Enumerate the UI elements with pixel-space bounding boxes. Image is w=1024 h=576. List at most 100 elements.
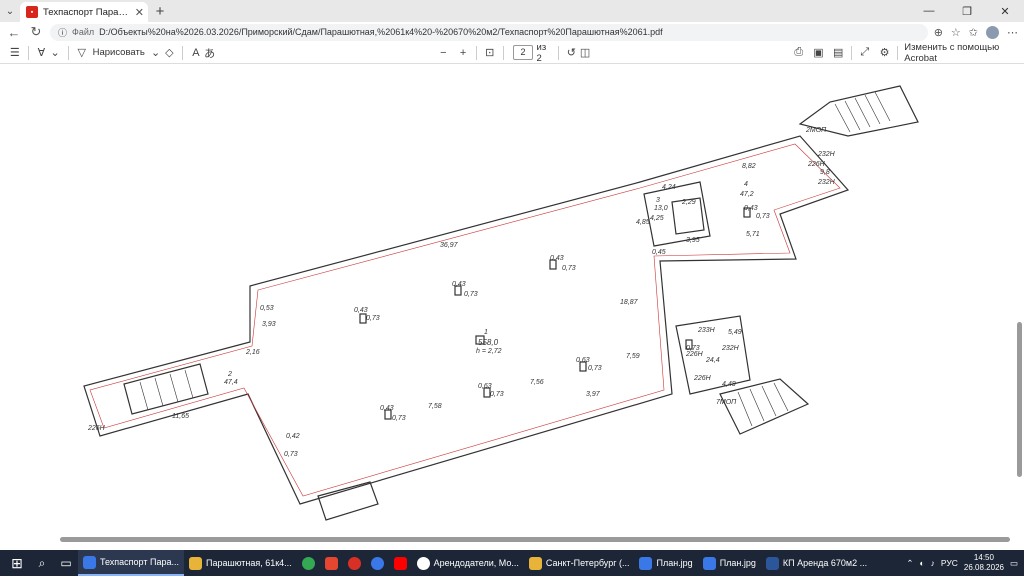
taskbar-item[interactable] bbox=[366, 550, 389, 576]
draw-button[interactable]: Нарисовать bbox=[93, 47, 145, 58]
restore-button[interactable]: ❐ bbox=[948, 0, 986, 22]
taskbar-item-label: Парашютная, 61к4... bbox=[205, 558, 292, 568]
translate-icon[interactable]: あ bbox=[203, 45, 217, 61]
contents-icon[interactable]: ☰ bbox=[8, 46, 22, 59]
taskbar-item[interactable]: КП Аренда 670м2 ... bbox=[761, 550, 872, 576]
page-number-input[interactable]: 2 bbox=[513, 45, 533, 60]
vertical-scrollbar[interactable] bbox=[1017, 322, 1022, 477]
chrome-icon bbox=[301, 556, 315, 570]
chevron-down-icon[interactable]: ⌄ bbox=[149, 46, 163, 59]
minimize-button[interactable]: — bbox=[910, 0, 948, 22]
bookmark-star-icon[interactable]: ☆ bbox=[951, 26, 961, 39]
horizontal-scrollbar[interactable] bbox=[60, 537, 1010, 542]
taskbar-item[interactable] bbox=[320, 550, 343, 576]
main-hall-outline bbox=[83, 135, 850, 505]
avatar[interactable] bbox=[986, 25, 999, 39]
new-tab-button[interactable]: + bbox=[148, 3, 172, 20]
pdf-page-view[interactable]: 2МОП 232Н 226Н 9,8 232Н 4,24 4 47,2 3 13… bbox=[0, 64, 1024, 544]
plan-label: 0,73 bbox=[686, 345, 700, 352]
clock[interactable]: 14:50 26.08.2026 bbox=[964, 553, 1004, 573]
url-text[interactable]: D:/Объекты%20на%2026.03.2026/Приморский/… bbox=[99, 27, 663, 37]
taskbar-item[interactable] bbox=[297, 550, 320, 576]
url-box[interactable]: ⓘ Файл D:/Объекты%20на%2026.03.2026/Прим… bbox=[50, 23, 928, 41]
url-scheme-label: Файл bbox=[72, 27, 95, 37]
plan-label: 3 bbox=[656, 197, 660, 204]
taskbar-item[interactable] bbox=[389, 550, 412, 576]
taskbar-item[interactable]: Санкт-Петербург (... bbox=[524, 550, 635, 576]
fullscreen-icon[interactable]: ⤢ bbox=[858, 46, 872, 59]
taskbar-item[interactable]: Техпаспорт Пара... bbox=[78, 550, 184, 576]
zoom-icon[interactable]: ⊕ bbox=[934, 26, 943, 39]
plan-label: 4,25 bbox=[650, 215, 664, 222]
eraser-icon[interactable]: ◇ bbox=[163, 46, 177, 59]
taskbar-item[interactable]: План.jpg bbox=[698, 550, 761, 576]
search-icon[interactable]: ⌕ bbox=[30, 556, 54, 571]
save-as-icon[interactable]: ▤ bbox=[831, 46, 845, 59]
plan-label: 232Н bbox=[817, 179, 836, 186]
divider bbox=[182, 45, 184, 60]
reload-button[interactable]: ↻ bbox=[28, 24, 44, 40]
close-window-button[interactable]: ✕ bbox=[986, 0, 1024, 22]
favorites-icon[interactable]: ✩ bbox=[969, 26, 978, 39]
plan-label: 0,63 bbox=[478, 383, 492, 390]
image-file-icon bbox=[639, 556, 653, 570]
divider bbox=[68, 45, 69, 60]
page-view-icon[interactable]: ◫ bbox=[578, 46, 592, 59]
taskbar-item[interactable] bbox=[343, 550, 366, 576]
divider bbox=[897, 45, 899, 60]
plan-label: 226Н bbox=[693, 375, 712, 382]
language-indicator[interactable]: РУС bbox=[941, 558, 958, 568]
windows-start-icon[interactable]: ⊞ bbox=[4, 555, 30, 572]
chevron-down-icon[interactable]: ⌄ bbox=[48, 46, 62, 59]
plan-label: 7МОП bbox=[716, 399, 737, 406]
taskbar: ⊞ ⌕ ▭ Техпаспорт Пара... Парашютная, 61к… bbox=[0, 550, 1024, 576]
notifications-icon[interactable]: ▭ bbox=[1010, 558, 1018, 569]
info-icon[interactable]: ⓘ bbox=[58, 26, 67, 39]
back-button[interactable]: ← bbox=[6, 25, 22, 40]
app-icon bbox=[324, 556, 338, 570]
taskbar-item-label: Арендодатели, Мо... bbox=[433, 558, 519, 568]
plan-label: 0,43 bbox=[354, 307, 368, 314]
close-tab-icon[interactable]: ✕ bbox=[135, 6, 144, 19]
taskbar-item-label: Техпаспорт Пара... bbox=[100, 557, 179, 567]
settings-gear-icon[interactable]: ⚙ bbox=[878, 46, 892, 59]
tab-active[interactable]: ▪ Техпаспорт Парашютная 61.pdf ✕ bbox=[20, 2, 148, 22]
taskbar-item[interactable]: План.jpg bbox=[634, 550, 697, 576]
plan-label: 47,4 bbox=[224, 379, 238, 386]
title-bar: ⌄ ▪ Техпаспорт Парашютная 61.pdf ✕ + — ❐… bbox=[0, 0, 1024, 22]
plan-label: 0,42 bbox=[286, 433, 300, 440]
plan-label: 36,97 bbox=[440, 242, 459, 249]
draw-icon[interactable]: ▽ bbox=[75, 46, 89, 59]
system-tray: ⌃ ◐ ♪ РУС 14:50 26.08.2026 ▭ bbox=[906, 553, 1024, 573]
highlight-icon[interactable]: ∀ bbox=[35, 46, 49, 59]
taskbar-item-label: План.jpg bbox=[656, 558, 693, 568]
menu-icon[interactable]: ⋯ bbox=[1007, 26, 1018, 39]
plan-label: 0,43 bbox=[744, 205, 758, 212]
divider bbox=[27, 45, 29, 60]
rotate-icon[interactable]: ↺ bbox=[564, 46, 578, 59]
small-room-3 bbox=[643, 181, 711, 247]
edit-acrobat-button[interactable]: Изменить с помощью Acrobat bbox=[904, 42, 1016, 64]
app-icon bbox=[528, 556, 542, 570]
network-icon[interactable]: ◐ bbox=[920, 558, 925, 568]
zoom-out-icon[interactable]: − bbox=[437, 47, 451, 59]
taskbar-item[interactable]: Парашютная, 61к4... bbox=[184, 550, 297, 576]
read-aloud-icon[interactable]: A bbox=[189, 47, 203, 59]
plan-label: 0,43 bbox=[452, 281, 466, 288]
volume-icon[interactable]: ♪ bbox=[931, 558, 935, 568]
zoom-in-icon[interactable]: + bbox=[456, 47, 470, 59]
chevron-up-icon[interactable]: ⌃ bbox=[906, 558, 913, 569]
print-icon[interactable]: ⎙ bbox=[792, 46, 806, 59]
plan-label: 0,43 bbox=[380, 405, 394, 412]
task-view-icon[interactable]: ▭ bbox=[54, 556, 78, 570]
tab-search-dropdown[interactable]: ⌄ bbox=[0, 0, 20, 22]
save-icon[interactable]: ▣ bbox=[812, 46, 826, 59]
taskbar-item[interactable]: Арендодатели, Мо... bbox=[412, 550, 524, 576]
image-file-icon bbox=[702, 556, 716, 570]
plan-label: 0,73 bbox=[464, 291, 478, 298]
window-controls: — ❐ ✕ bbox=[910, 0, 1024, 22]
plan-label: 0,73 bbox=[562, 265, 576, 272]
fit-page-icon[interactable]: ⊡ bbox=[483, 46, 497, 59]
word-icon bbox=[765, 556, 779, 570]
pdf-toolbar: ☰ ∀ ⌄ ▽ Нарисовать ⌄ ◇ A あ − + ⊡ 2 из 2 … bbox=[0, 42, 1024, 64]
